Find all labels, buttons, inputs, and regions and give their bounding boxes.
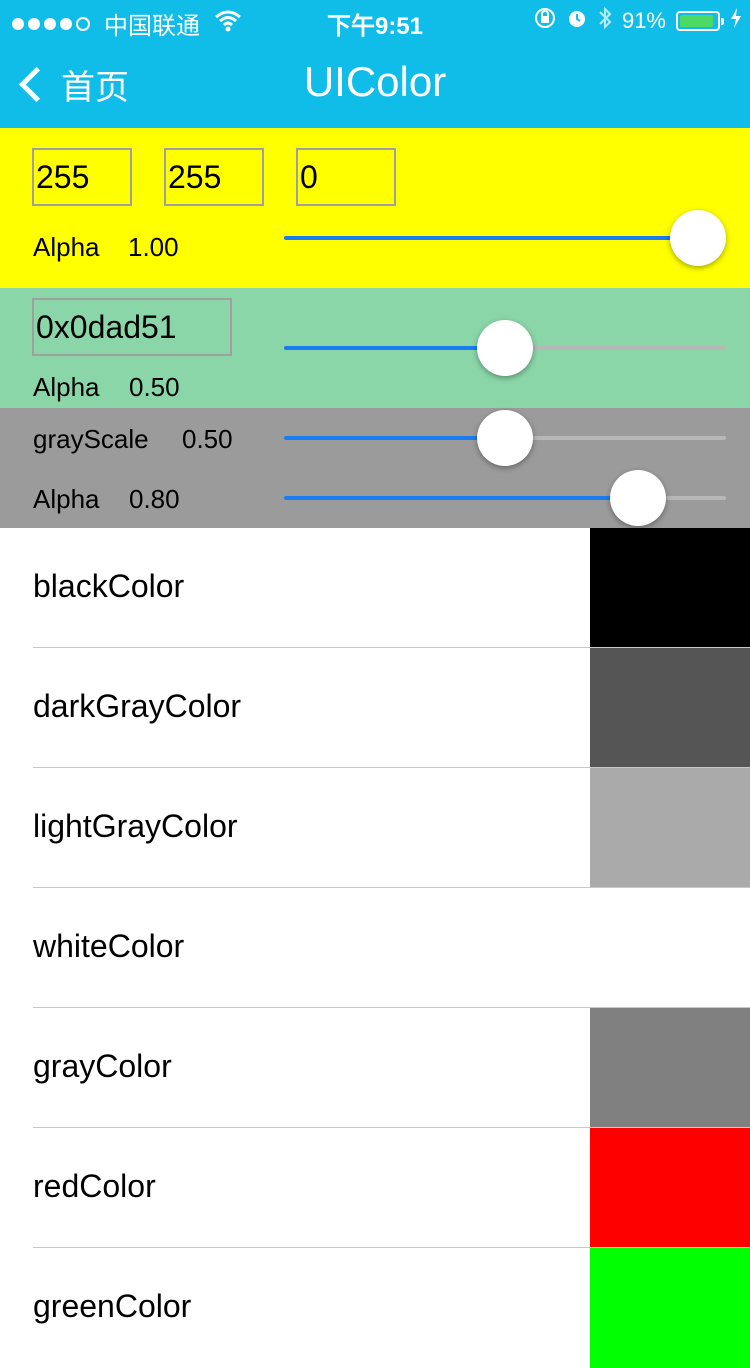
status-bar: 中国联通 下午9:51 91%	[0, 0, 750, 40]
color-name: grayColor	[33, 1048, 172, 1084]
list-item[interactable]: grayColor	[0, 1008, 750, 1128]
rotation-lock-icon	[534, 7, 556, 35]
color-list: blackColor darkGrayColor lightGrayColor …	[0, 528, 750, 1368]
grayscale-value: 0.50	[182, 424, 233, 454]
grayscale-panel: grayScale 0.50 Alpha 0.80	[0, 408, 750, 528]
charging-icon	[730, 8, 742, 34]
slider-thumb[interactable]	[477, 320, 533, 376]
page-title: UIColor	[303, 58, 447, 105]
rgb-alpha-label: Alpha	[33, 232, 100, 262]
gray-alpha-slider[interactable]	[284, 470, 726, 526]
slider-thumb[interactable]	[670, 210, 726, 266]
color-swatch	[590, 888, 750, 1008]
alarm-icon	[566, 7, 588, 35]
status-right: 91%	[534, 6, 742, 36]
rgb-alpha-slider[interactable]	[284, 210, 726, 266]
slider-thumb[interactable]	[477, 410, 533, 466]
slider-fill	[284, 236, 698, 240]
slider-fill	[284, 346, 505, 350]
slider-thumb[interactable]	[609, 470, 666, 526]
blue-input[interactable]: 0	[296, 148, 396, 206]
color-name: blackColor	[33, 568, 185, 604]
color-name: redColor	[33, 1168, 156, 1204]
color-name: greenColor	[33, 1288, 192, 1324]
list-item[interactable]: blackColor	[0, 528, 750, 648]
navigation-bar: 首页 UIColor	[0, 40, 750, 128]
list-item[interactable]: lightGrayColor	[0, 768, 750, 888]
color-swatch	[590, 1248, 750, 1368]
color-swatch	[590, 1008, 750, 1128]
color-swatch	[590, 648, 750, 768]
green-input[interactable]: 255	[164, 148, 264, 206]
grayscale-slider[interactable]	[284, 410, 726, 466]
list-item[interactable]: greenColor	[0, 1248, 750, 1368]
color-swatch	[590, 528, 750, 648]
battery-percent: 91%	[621, 8, 666, 33]
grayscale-label: grayScale	[33, 424, 149, 454]
color-swatch	[590, 1128, 750, 1248]
hex-alpha-label: Alpha	[33, 372, 100, 402]
red-input[interactable]: 255	[32, 148, 132, 206]
bluetooth-icon	[598, 6, 612, 36]
rgb-alpha-value: 1.00	[128, 232, 179, 262]
list-item[interactable]: redColor	[0, 1128, 750, 1248]
list-item[interactable]: whiteColor	[0, 888, 750, 1008]
color-name: darkGrayColor	[33, 688, 242, 724]
rgb-panel: 255 255 0 Alpha 1.00	[0, 128, 750, 288]
color-name: whiteColor	[33, 928, 185, 964]
gray-alpha-label: Alpha	[33, 484, 100, 514]
hex-input[interactable]: 0x0dad51	[32, 298, 232, 356]
color-name: lightGrayColor	[33, 808, 238, 844]
gray-alpha-value: 0.80	[129, 484, 180, 514]
hex-panel: 0x0dad51 Alpha 0.50	[0, 288, 750, 408]
slider-fill	[284, 496, 638, 500]
hex-alpha-value: 0.50	[129, 372, 180, 402]
color-swatch	[590, 768, 750, 888]
header: 中国联通 下午9:51 91% 首页 UIColor	[0, 0, 750, 128]
battery-icon	[676, 11, 724, 31]
hex-alpha-slider[interactable]	[284, 320, 726, 376]
list-item[interactable]: darkGrayColor	[0, 648, 750, 768]
slider-fill	[284, 436, 505, 440]
